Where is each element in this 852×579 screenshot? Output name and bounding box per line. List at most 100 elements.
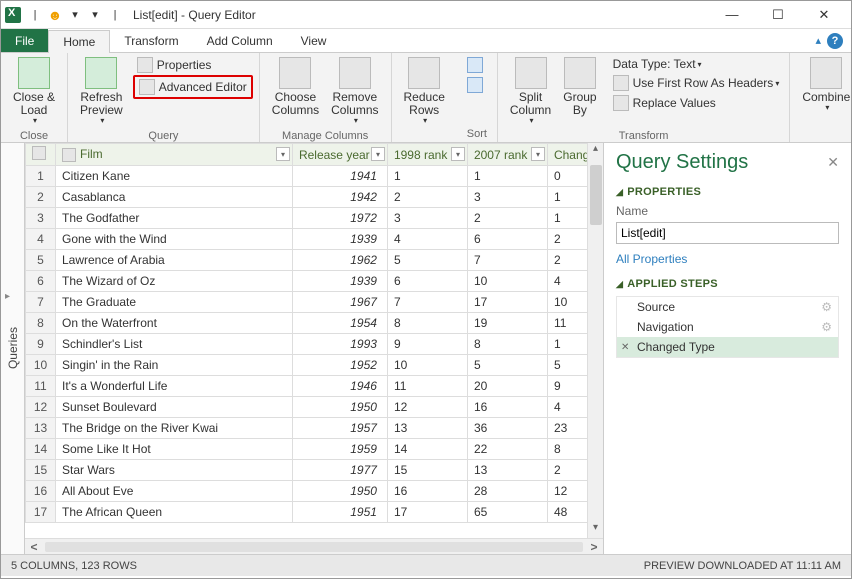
- cell-release-year: 1952: [292, 355, 387, 376]
- table-row[interactable]: 9Schindler's List1993981: [26, 334, 603, 355]
- scroll-thumb[interactable]: [590, 165, 602, 225]
- collapse-ribbon-icon[interactable]: ▴: [815, 34, 821, 47]
- first-row-headers-button[interactable]: Use First Row As Headers▾: [609, 73, 784, 93]
- row-number: 11: [26, 376, 56, 397]
- chevron-down-icon: ▾: [698, 60, 702, 69]
- step-navigation[interactable]: Navigation⚙: [617, 317, 838, 337]
- cell-2007-rank: 2: [467, 208, 547, 229]
- remove-columns-button[interactable]: Remove Columns▾: [325, 55, 384, 128]
- data-type-dropdown[interactable]: Data Type: Text▾: [609, 55, 784, 73]
- minimize-button[interactable]: ―: [709, 1, 755, 29]
- cell-film: Singin' in the Rain: [56, 355, 293, 376]
- table-row[interactable]: 1Citizen Kane1941110: [26, 166, 603, 187]
- scroll-up-icon[interactable]: ▴: [588, 143, 603, 159]
- table-row[interactable]: 12Sunset Boulevard195012164: [26, 397, 603, 418]
- row-number: 10: [26, 355, 56, 376]
- ribbon-right: ▴ ?: [815, 29, 851, 52]
- group-combine: Combine▾: [790, 53, 852, 142]
- maximize-button[interactable]: ☐: [755, 1, 801, 29]
- choose-columns-button[interactable]: Choose Columns: [266, 55, 325, 119]
- advanced-editor-icon: [139, 79, 155, 95]
- scroll-track[interactable]: [45, 542, 583, 552]
- smiley-icon[interactable]: ☻: [45, 6, 65, 24]
- col-header-film[interactable]: Film▾: [56, 144, 293, 166]
- advanced-editor-button[interactable]: Advanced Editor: [133, 75, 253, 99]
- sort-desc-button[interactable]: [463, 75, 491, 95]
- table-row[interactable]: 5Lawrence of Arabia1962572: [26, 250, 603, 271]
- sort-asc-button[interactable]: [463, 55, 491, 75]
- all-properties-link[interactable]: All Properties: [616, 252, 839, 266]
- filter-dropdown-icon[interactable]: ▾: [371, 147, 385, 161]
- tab-view[interactable]: View: [287, 29, 341, 52]
- horizontal-scrollbar[interactable]: < >: [25, 538, 603, 554]
- table-row[interactable]: 7The Graduate196771710: [26, 292, 603, 313]
- table-corner[interactable]: [26, 144, 56, 166]
- step-source[interactable]: Source⚙: [617, 297, 838, 317]
- gear-icon[interactable]: ⚙: [821, 300, 832, 314]
- cell-film: The Graduate: [56, 292, 293, 313]
- row-number: 14: [26, 439, 56, 460]
- row-number: 1: [26, 166, 56, 187]
- scroll-left-icon[interactable]: <: [25, 540, 43, 554]
- table-row[interactable]: 14Some Like It Hot195914228: [26, 439, 603, 460]
- scroll-right-icon[interactable]: >: [585, 540, 603, 554]
- tab-file[interactable]: File: [1, 29, 48, 52]
- chevron-down-icon: ▾: [775, 79, 779, 88]
- queries-pane-collapsed[interactable]: ▸ Queries: [1, 143, 25, 554]
- tab-add-column[interactable]: Add Column: [193, 29, 287, 52]
- table-row[interactable]: 2Casablanca1942231: [26, 187, 603, 208]
- status-columns-rows: 5 COLUMNS, 123 ROWS: [11, 560, 137, 572]
- table-row[interactable]: 6The Wizard of Oz19396104: [26, 271, 603, 292]
- col-header-1998-rank[interactable]: 1998 rank▾: [387, 144, 467, 166]
- close-and-load-button[interactable]: Close & Load▾: [7, 55, 61, 128]
- step-changed-type[interactable]: Changed Type: [617, 337, 838, 357]
- table-row[interactable]: 11It's a Wonderful Life194611209: [26, 376, 603, 397]
- properties-section-header[interactable]: ◢PROPERTIES: [616, 186, 839, 198]
- table-row[interactable]: 17The African Queen1951176548: [26, 502, 603, 523]
- query-name-input[interactable]: [616, 222, 839, 244]
- cell-2007-rank: 16: [467, 397, 547, 418]
- tab-home[interactable]: Home: [48, 30, 110, 53]
- cell-2007-rank: 28: [467, 481, 547, 502]
- table-row[interactable]: 10Singin' in the Rain19521055: [26, 355, 603, 376]
- col-header-2007-rank[interactable]: 2007 rank▾: [467, 144, 547, 166]
- properties-button[interactable]: Properties: [133, 55, 253, 75]
- replace-values-button[interactable]: Replace Values: [609, 93, 784, 113]
- reduce-rows-icon: [408, 57, 440, 89]
- group-by-button[interactable]: Group By: [557, 55, 602, 119]
- table-row[interactable]: 8On the Waterfront195481911: [26, 313, 603, 334]
- first-row-icon: [613, 75, 629, 91]
- gear-icon[interactable]: ⚙: [821, 320, 832, 334]
- filter-dropdown-icon[interactable]: ▾: [451, 147, 465, 161]
- qat-dropdown[interactable]: ▾: [65, 6, 85, 24]
- reduce-rows-button[interactable]: Reduce Rows▾: [398, 55, 451, 128]
- cell-release-year: 1939: [292, 229, 387, 250]
- help-icon[interactable]: ?: [827, 33, 843, 49]
- sort-desc-icon: [467, 77, 483, 93]
- tab-transform[interactable]: Transform: [110, 29, 192, 52]
- table-row[interactable]: 15Star Wars197715132: [26, 460, 603, 481]
- row-number: 3: [26, 208, 56, 229]
- vertical-scrollbar[interactable]: ▴ ▾: [587, 143, 603, 538]
- combine-button[interactable]: Combine▾: [796, 55, 852, 115]
- cell-release-year: 1946: [292, 376, 387, 397]
- table-row[interactable]: 16All About Eve1950162812: [26, 481, 603, 502]
- table-row[interactable]: 13The Bridge on the River Kwai1957133623: [26, 418, 603, 439]
- close-settings-button[interactable]: ✕: [827, 154, 839, 171]
- refresh-preview-button[interactable]: Refresh Preview▾: [74, 55, 129, 128]
- window-title: List[edit] - Query Editor: [133, 8, 256, 22]
- table-row[interactable]: 3The Godfather1972321: [26, 208, 603, 229]
- applied-steps-section-header[interactable]: ◢APPLIED STEPS: [616, 278, 839, 290]
- table-row[interactable]: 4Gone with the Wind1939462: [26, 229, 603, 250]
- qat-overflow[interactable]: ▾: [85, 6, 105, 24]
- cell-release-year: 1957: [292, 418, 387, 439]
- row-number: 6: [26, 271, 56, 292]
- split-column-button[interactable]: Split Column▾: [504, 55, 557, 128]
- group-manage-columns: Choose Columns Remove Columns▾ Manage Co…: [260, 53, 392, 142]
- combine-icon: [810, 57, 842, 89]
- filter-dropdown-icon[interactable]: ▾: [276, 147, 290, 161]
- scroll-down-icon[interactable]: ▾: [588, 522, 603, 538]
- filter-dropdown-icon[interactable]: ▾: [531, 147, 545, 161]
- col-header-release-year[interactable]: Release year▾: [292, 144, 387, 166]
- close-button[interactable]: ✕: [801, 1, 847, 29]
